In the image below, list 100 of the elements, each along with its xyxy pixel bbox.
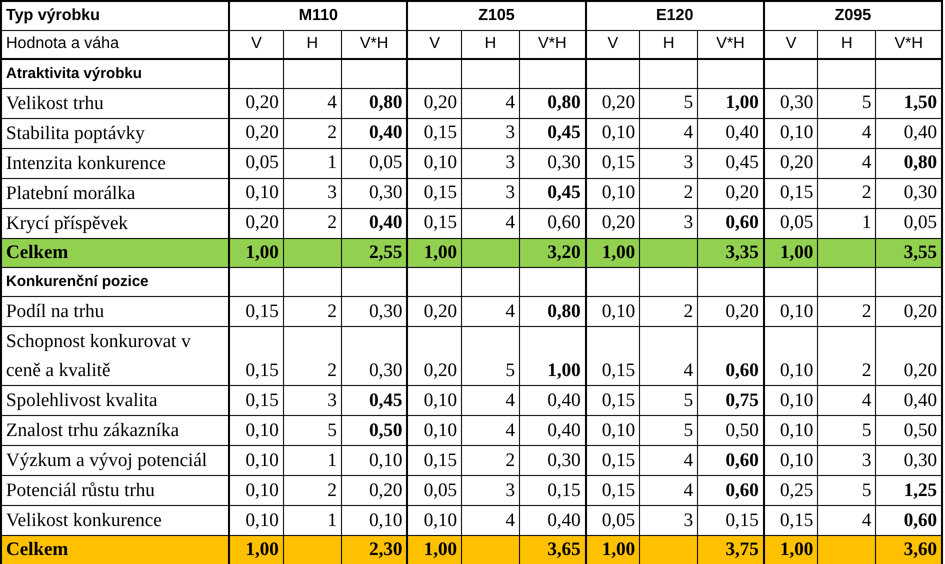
table-cell: 0,20 — [586, 88, 640, 118]
table-cell: 0,15 — [229, 296, 284, 326]
table-cell: 0,10 — [586, 118, 640, 148]
column-header: H — [818, 30, 876, 59]
column-header: Z095 — [764, 1, 942, 30]
column-header: V — [229, 30, 284, 59]
table-cell: 0,30 — [764, 88, 818, 118]
table-cell: 4 — [640, 118, 698, 148]
column-header: H — [283, 30, 342, 59]
table-cell: 5 — [640, 88, 698, 118]
table-cell: 4 — [461, 208, 520, 238]
table-cell: 4 — [283, 88, 342, 118]
table-cell: 1,00 — [407, 238, 462, 268]
table-cell: 0,10 — [407, 416, 462, 446]
table-cell: 4 — [640, 326, 698, 386]
table-cell: 1,00 — [407, 536, 462, 564]
table-cell: 0,05 — [407, 476, 462, 506]
table-cell: 5 — [283, 416, 342, 446]
table-cell: 0,20 — [229, 118, 284, 148]
table-cell: 2 — [818, 326, 876, 386]
table-cell: 0,20 — [407, 88, 462, 118]
table-cell: 0,10 — [764, 386, 818, 416]
column-header: V — [764, 30, 818, 59]
table-cell: 0,10 — [229, 416, 284, 446]
table-cell: 0,15 — [586, 148, 640, 178]
table-cell: 5 — [640, 386, 698, 416]
table-cell: 0,20 — [764, 148, 818, 178]
table-cell: 2 — [283, 326, 342, 386]
table-cell: 4 — [640, 446, 698, 476]
table-cell: 0,15 — [586, 326, 640, 386]
table-cell: 4 — [818, 148, 876, 178]
table-cell: 0,20 — [407, 326, 462, 386]
table-cell: 2 — [283, 296, 342, 326]
table-cell: 2 — [640, 296, 698, 326]
table-cell: 2 — [283, 118, 342, 148]
table-cell: 0,10 — [586, 178, 640, 208]
table-cell: 3 — [461, 178, 520, 208]
table-cell: 0,15 — [407, 118, 462, 148]
table-cell: 3 — [640, 148, 698, 178]
table-cell: 2 — [283, 208, 342, 238]
table-cell: 0,15 — [586, 446, 640, 476]
table-cell: 0,10 — [764, 446, 818, 476]
table-cell: 3 — [283, 386, 342, 416]
table-cell: 0,20 — [407, 296, 462, 326]
table-cell: 3 — [283, 178, 342, 208]
column-header: V — [586, 30, 640, 59]
table-cell: 3 — [461, 148, 520, 178]
table-cell: 4 — [461, 296, 520, 326]
table-cell: 0,10 — [586, 416, 640, 446]
table-cell: 0,10 — [764, 118, 818, 148]
table-cell: 2 — [640, 178, 698, 208]
table-cell: 2 — [818, 178, 876, 208]
table-cell: 0,10 — [764, 296, 818, 326]
table-cell: 5 — [640, 416, 698, 446]
table-cell: 4 — [818, 386, 876, 416]
table-cell: 4 — [461, 88, 520, 118]
table-cell: 0,15 — [586, 386, 640, 416]
table-cell: 3 — [818, 446, 876, 476]
table-cell: 0,10 — [407, 148, 462, 178]
table-cell: 4 — [640, 476, 698, 506]
table-cell: 0,25 — [764, 476, 818, 506]
table-cell: 5 — [818, 476, 876, 506]
table-cell: 4 — [461, 386, 520, 416]
table-cell: 0,10 — [229, 446, 284, 476]
table-cell: 0,15 — [586, 476, 640, 506]
table-cell: 0,05 — [229, 148, 284, 178]
column-header: Z105 — [407, 1, 586, 30]
table-cell: 0,15 — [407, 178, 462, 208]
table-cell: 4 — [461, 416, 520, 446]
table-cell: 4 — [818, 118, 876, 148]
table-cell: 0,15 — [229, 386, 284, 416]
table-cell: 0,15 — [407, 446, 462, 476]
table-cell: 1,00 — [764, 238, 818, 268]
table-cell: 0,10 — [764, 326, 818, 386]
table-cell: 5 — [461, 326, 520, 386]
table-cell: 0,10 — [229, 476, 284, 506]
table-cell: 2 — [461, 446, 520, 476]
table-cell: 1 — [283, 148, 342, 178]
column-header: V — [407, 30, 462, 59]
table-cell: 0,20 — [229, 88, 284, 118]
table-cell: 1 — [818, 208, 876, 238]
table-cell: 1,00 — [229, 238, 284, 268]
table-cell: 0,10 — [229, 178, 284, 208]
table-cell: 5 — [818, 416, 876, 446]
table-cell: 5 — [818, 88, 876, 118]
table-cell: 1,00 — [586, 536, 640, 564]
column-header: H — [640, 30, 698, 59]
table-cell: 0,10 — [407, 386, 462, 416]
table-cell: 3 — [640, 208, 698, 238]
column-header: H — [461, 30, 520, 59]
table-cell: 2 — [283, 476, 342, 506]
table-cell: 0,15 — [229, 326, 284, 386]
table-cell: 1 — [283, 446, 342, 476]
table-cell: 1,00 — [229, 536, 284, 564]
column-header: M110 — [229, 1, 408, 30]
table-cell: 0,10 — [586, 296, 640, 326]
table-cell: 3 — [461, 118, 520, 148]
table-cell: 3 — [461, 476, 520, 506]
column-header: E120 — [586, 1, 764, 30]
table-cell: 0,10 — [764, 416, 818, 446]
